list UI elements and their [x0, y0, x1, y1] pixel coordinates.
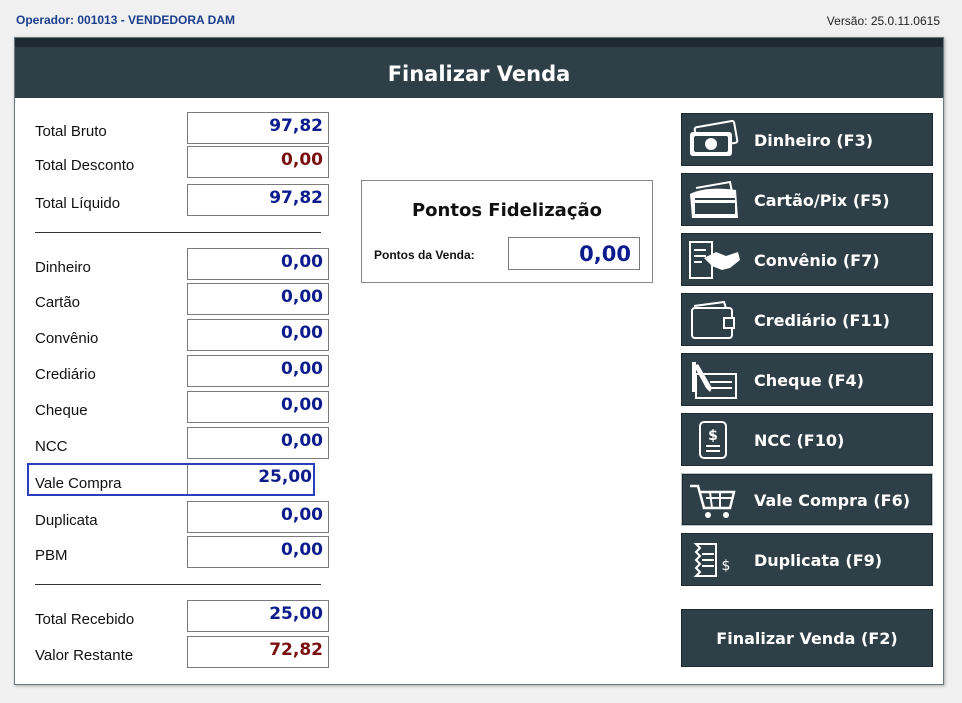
button-label: Cheque (F4): [754, 371, 864, 390]
row-total-recebido: Total Recebido 25,00: [35, 598, 329, 632]
crediario-button[interactable]: Crediário (F11): [681, 293, 933, 346]
row-label: Valor Restante: [35, 647, 134, 664]
row-cartao: Cartão 0,00: [35, 281, 329, 315]
row-cheque: Cheque 0,00: [35, 389, 329, 423]
vale-compra-button[interactable]: Vale Compra (F6): [681, 473, 933, 526]
row-dinheiro: Dinheiro 0,00: [35, 246, 329, 280]
total-recebido-field[interactable]: 25,00: [187, 600, 329, 632]
cart-icon: [690, 484, 736, 518]
row-label: Cheque: [35, 402, 88, 419]
total-liquido-field[interactable]: 97,82: [187, 184, 329, 216]
row-convenio: Convênio 0,00: [35, 317, 329, 351]
row-label: NCC: [35, 438, 68, 455]
row-total-liquido: Total Líquido 97,82: [35, 182, 329, 216]
row-label: Total Desconto: [35, 157, 135, 174]
operator-label: Operador: 001013 - VENDEDORA DAM: [16, 13, 235, 27]
row-valor-restante: Valor Restante 72,82: [35, 634, 329, 668]
row-crediario: Crediário 0,00: [35, 353, 329, 387]
panel-title: Finalizar Venda: [387, 62, 571, 86]
card-icon: [690, 180, 738, 218]
divider: [35, 584, 321, 585]
row-duplicata: Duplicata 0,00: [35, 499, 329, 533]
handshake-icon: [689, 241, 740, 279]
cash-icon: [690, 120, 739, 156]
row-label: Crediário: [35, 366, 96, 383]
duplicata-field[interactable]: 0,00: [187, 501, 329, 533]
total-bruto-field[interactable]: 97,82: [187, 112, 329, 144]
row-label: Total Líquido: [35, 195, 121, 212]
button-label: Duplicata (F9): [754, 551, 883, 570]
points-value-field[interactable]: 0,00: [508, 237, 640, 270]
duplicata-button[interactable]: $ Duplicata (F9): [681, 533, 933, 586]
svg-text:$: $: [708, 428, 718, 444]
ncc-button[interactable]: $ NCC (F10): [681, 413, 933, 466]
dinheiro-button[interactable]: Dinheiro (F3): [681, 113, 933, 166]
row-total-bruto: Total Bruto 97,82: [35, 110, 329, 144]
row-label: Vale Compra: [35, 475, 122, 492]
pbm-field[interactable]: 0,00: [187, 536, 329, 568]
finalize-sale-panel: Finalizar Venda Total Bruto 97,82 Total …: [14, 37, 944, 685]
panel-header: Finalizar Venda: [15, 38, 943, 98]
row-label: PBM: [35, 547, 68, 564]
row-ncc: NCC 0,00: [35, 425, 329, 459]
points-label: Pontos da Venda:: [374, 248, 475, 262]
row-label: Convênio: [35, 330, 99, 347]
row-label: Cartão: [35, 294, 81, 311]
cheque-field[interactable]: 0,00: [187, 391, 329, 423]
valor-restante-field[interactable]: 72,82: [187, 636, 329, 668]
cartao-pix-button[interactable]: Cartão/Pix (F5): [681, 173, 933, 226]
row-vale-compra: Vale Compra 25,00: [27, 462, 325, 496]
button-label: Cartão/Pix (F5): [754, 191, 890, 210]
convenio-button[interactable]: Convênio (F7): [681, 233, 933, 286]
row-pbm: PBM 0,00: [35, 534, 329, 568]
button-label: Convênio (F7): [754, 251, 880, 270]
button-label: Vale Compra (F6): [754, 491, 911, 510]
crediario-field[interactable]: 0,00: [187, 355, 329, 387]
receipt-icon: $: [699, 421, 727, 459]
svg-text:$: $: [722, 558, 731, 574]
divider: [35, 232, 321, 233]
button-label: NCC (F10): [754, 431, 845, 450]
wallet-icon: [691, 300, 735, 339]
finalizar-venda-button[interactable]: Finalizar Venda (F2): [681, 609, 933, 667]
bill-icon: $: [693, 543, 731, 577]
loyalty-points-box: Pontos Fidelização Pontos da Venda: 0,00: [361, 180, 653, 283]
row-label: Duplicata: [35, 512, 98, 529]
top-bar: Operador: 001013 - VENDEDORA DAM Versão:…: [0, 0, 962, 34]
row-total-desconto: Total Desconto 0,00: [35, 144, 329, 178]
row-label: Total Recebido: [35, 611, 135, 628]
check-pen-icon: [692, 362, 737, 399]
ncc-field[interactable]: 0,00: [187, 427, 329, 459]
row-label: Total Bruto: [35, 123, 107, 140]
dinheiro-field[interactable]: 0,00: [187, 248, 329, 280]
vale-compra-field[interactable]: 25,00: [187, 465, 317, 494]
cheque-button[interactable]: Cheque (F4): [681, 353, 933, 406]
cartao-field[interactable]: 0,00: [187, 283, 329, 315]
total-desconto-field[interactable]: 0,00: [187, 146, 329, 178]
button-label: Crediário (F11): [754, 311, 890, 330]
convenio-field[interactable]: 0,00: [187, 319, 329, 351]
button-label: Dinheiro (F3): [754, 131, 874, 150]
points-title: Pontos Fidelização: [411, 200, 603, 221]
version-label: Versão: 25.0.11.0615: [826, 14, 940, 28]
row-label: Dinheiro: [35, 259, 91, 276]
